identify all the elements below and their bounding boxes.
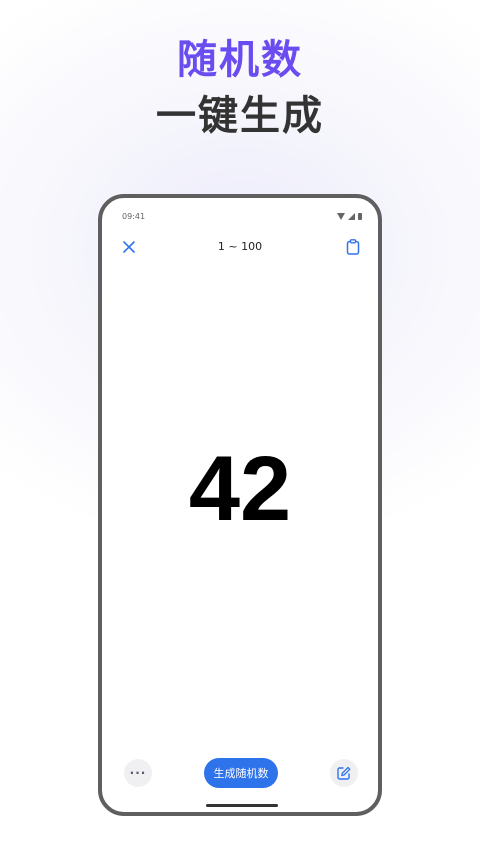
- battery-icon: [358, 213, 362, 220]
- edit-icon: [337, 766, 351, 780]
- random-number: 42: [188, 438, 292, 540]
- generate-button[interactable]: 生成随机数: [204, 758, 278, 788]
- signal-icon: [348, 213, 355, 220]
- wifi-icon: [337, 213, 345, 220]
- status-time: 09:41: [122, 212, 146, 221]
- status-icons: [337, 213, 362, 220]
- phone-frame: 09:41 1 ~ 100 42 ··· 生成随机数: [98, 194, 382, 816]
- range-label[interactable]: 1 ~ 100: [102, 240, 378, 253]
- promo-title-line1: 随机数: [177, 37, 303, 83]
- more-button[interactable]: ···: [124, 759, 152, 787]
- home-indicator: [206, 804, 278, 807]
- promo-title-line2: 一键生成: [156, 93, 324, 139]
- copy-button[interactable]: [342, 236, 364, 258]
- edit-button[interactable]: [330, 759, 358, 787]
- more-icon: ···: [129, 766, 147, 780]
- top-bar: 1 ~ 100: [102, 236, 378, 258]
- clipboard-icon: [346, 239, 360, 255]
- status-bar: 09:41: [122, 212, 362, 224]
- bottom-bar: ··· 生成随机数: [102, 758, 378, 788]
